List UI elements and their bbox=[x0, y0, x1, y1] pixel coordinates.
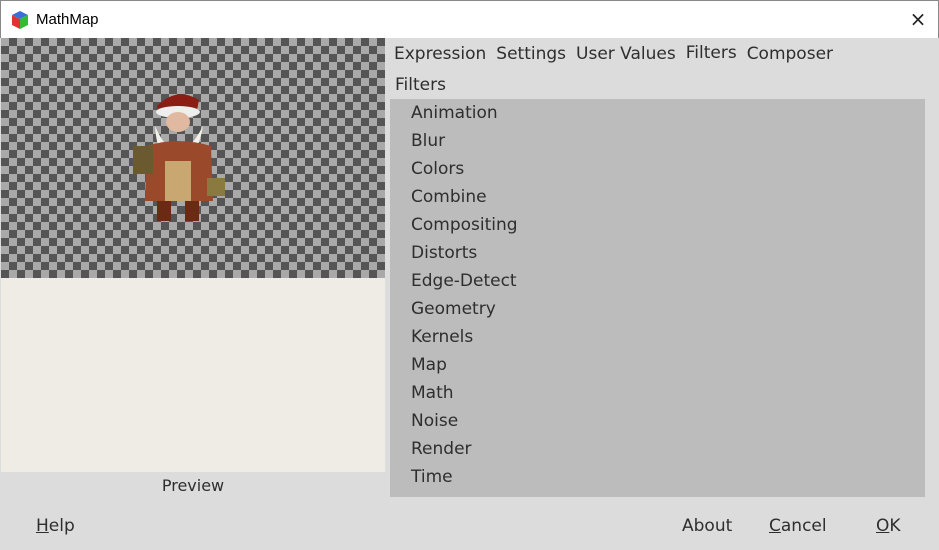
filter-item-combine[interactable]: Combine bbox=[390, 183, 925, 211]
title-bar: MathMap × bbox=[0, 0, 939, 38]
filter-item-map[interactable]: Map bbox=[390, 351, 925, 379]
tab-user-values[interactable]: User Values bbox=[576, 44, 676, 64]
filter-item-geometry[interactable]: Geometry bbox=[390, 295, 925, 323]
santa-image bbox=[133, 94, 225, 221]
filter-item-noise[interactable]: Noise bbox=[390, 407, 925, 435]
filter-item-distorts[interactable]: Distorts bbox=[390, 239, 925, 267]
filter-item-colors[interactable]: Colors bbox=[390, 155, 925, 183]
help-button[interactable]: Help bbox=[36, 516, 75, 536]
filter-item-blur[interactable]: Blur bbox=[390, 127, 925, 155]
preview-image bbox=[1, 38, 385, 278]
filter-item-animation[interactable]: Animation bbox=[390, 99, 925, 127]
help-label: elp bbox=[48, 516, 75, 536]
preview-blank-area bbox=[1, 278, 385, 472]
tab-bar: Expression Settings User Values Filters … bbox=[394, 43, 833, 64]
filters-heading: Filters bbox=[395, 75, 446, 95]
gtk-cube-icon bbox=[12, 11, 28, 29]
filter-item-edge-detect[interactable]: Edge-Detect bbox=[390, 267, 925, 295]
help-mnemonic: H bbox=[36, 516, 49, 536]
filter-item-kernels[interactable]: Kernels bbox=[390, 323, 925, 351]
tab-expression[interactable]: Expression bbox=[394, 44, 486, 64]
filter-item-render[interactable]: Render bbox=[390, 435, 925, 463]
tab-filters[interactable]: Filters bbox=[686, 43, 737, 63]
ok-mnemonic: O bbox=[876, 516, 890, 536]
preview-label: Preview bbox=[161, 476, 225, 495]
ok-button[interactable]: OK bbox=[876, 516, 901, 536]
cancel-mnemonic: C bbox=[769, 516, 781, 536]
cancel-label: ancel bbox=[780, 516, 827, 536]
cancel-button[interactable]: Cancel bbox=[769, 516, 827, 536]
filter-item-compositing[interactable]: Compositing bbox=[390, 211, 925, 239]
filters-list: Animation Blur Colors Combine Compositin… bbox=[390, 99, 925, 497]
filter-item-math[interactable]: Math bbox=[390, 379, 925, 407]
tab-settings[interactable]: Settings bbox=[496, 44, 566, 64]
tab-composer[interactable]: Composer bbox=[747, 44, 833, 64]
filter-item-time[interactable]: Time bbox=[390, 463, 925, 491]
about-button[interactable]: About bbox=[682, 516, 732, 536]
window-title: MathMap bbox=[36, 11, 99, 28]
ok-label: K bbox=[889, 516, 901, 536]
close-icon[interactable]: × bbox=[906, 7, 930, 31]
